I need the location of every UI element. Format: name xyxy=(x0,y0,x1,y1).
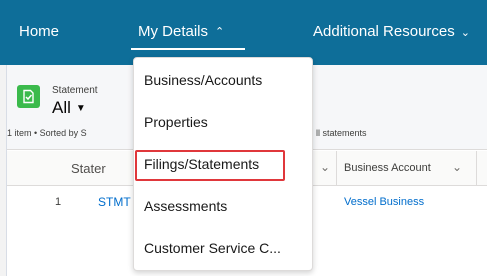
column-header-name[interactable]: Stater xyxy=(71,161,106,176)
top-nav-bar: Home My Details ⌃ Additional Resources ⌄ xyxy=(0,0,487,65)
menu-item-properties[interactable]: Properties xyxy=(134,107,312,137)
row-business-account-link[interactable]: Vessel Business xyxy=(344,196,424,208)
menu-item-customer-service[interactable]: Customer Service C... xyxy=(134,233,312,263)
list-view-selector[interactable]: All ▼ xyxy=(52,98,86,118)
document-check-icon xyxy=(23,89,34,104)
chevron-up-icon: ⌃ xyxy=(215,26,225,38)
nav-additional-resources[interactable]: Additional Resources ⌄ xyxy=(313,23,470,42)
menu-item-filings-statements[interactable]: Filings/Statements xyxy=(134,149,312,179)
nav-active-underline xyxy=(131,48,245,50)
chevron-down-icon: ⌄ xyxy=(460,27,470,39)
list-meta-filter: ll statements xyxy=(316,128,367,138)
statement-object-icon xyxy=(17,85,40,108)
nav-additional-resources-label: Additional Resources xyxy=(313,23,455,40)
chevron-down-icon[interactable]: ⌄ xyxy=(320,160,330,174)
nav-home[interactable]: Home xyxy=(19,23,59,41)
object-label: Statement xyxy=(52,85,98,96)
list-meta-info: 1 item • Sorted by S xyxy=(7,128,87,138)
nav-my-details-label: My Details xyxy=(138,23,209,40)
menu-item-assessments[interactable]: Assessments xyxy=(134,191,312,221)
my-details-dropdown-menu: Business/Accounts Properties Filings/Sta… xyxy=(133,57,313,271)
nav-my-details[interactable]: My Details ⌃ xyxy=(138,23,224,42)
menu-item-business-accounts[interactable]: Business/Accounts xyxy=(134,65,312,95)
column-divider xyxy=(476,151,477,186)
row-statement-link[interactable]: STMT xyxy=(98,195,131,209)
chevron-down-icon[interactable]: ⌄ xyxy=(452,160,462,174)
column-divider xyxy=(336,151,337,186)
list-view-name: All xyxy=(52,98,71,117)
row-number: 1 xyxy=(55,196,62,208)
caret-down-icon: ▼ xyxy=(75,103,86,114)
column-header-business-account[interactable]: Business Account xyxy=(344,162,431,174)
